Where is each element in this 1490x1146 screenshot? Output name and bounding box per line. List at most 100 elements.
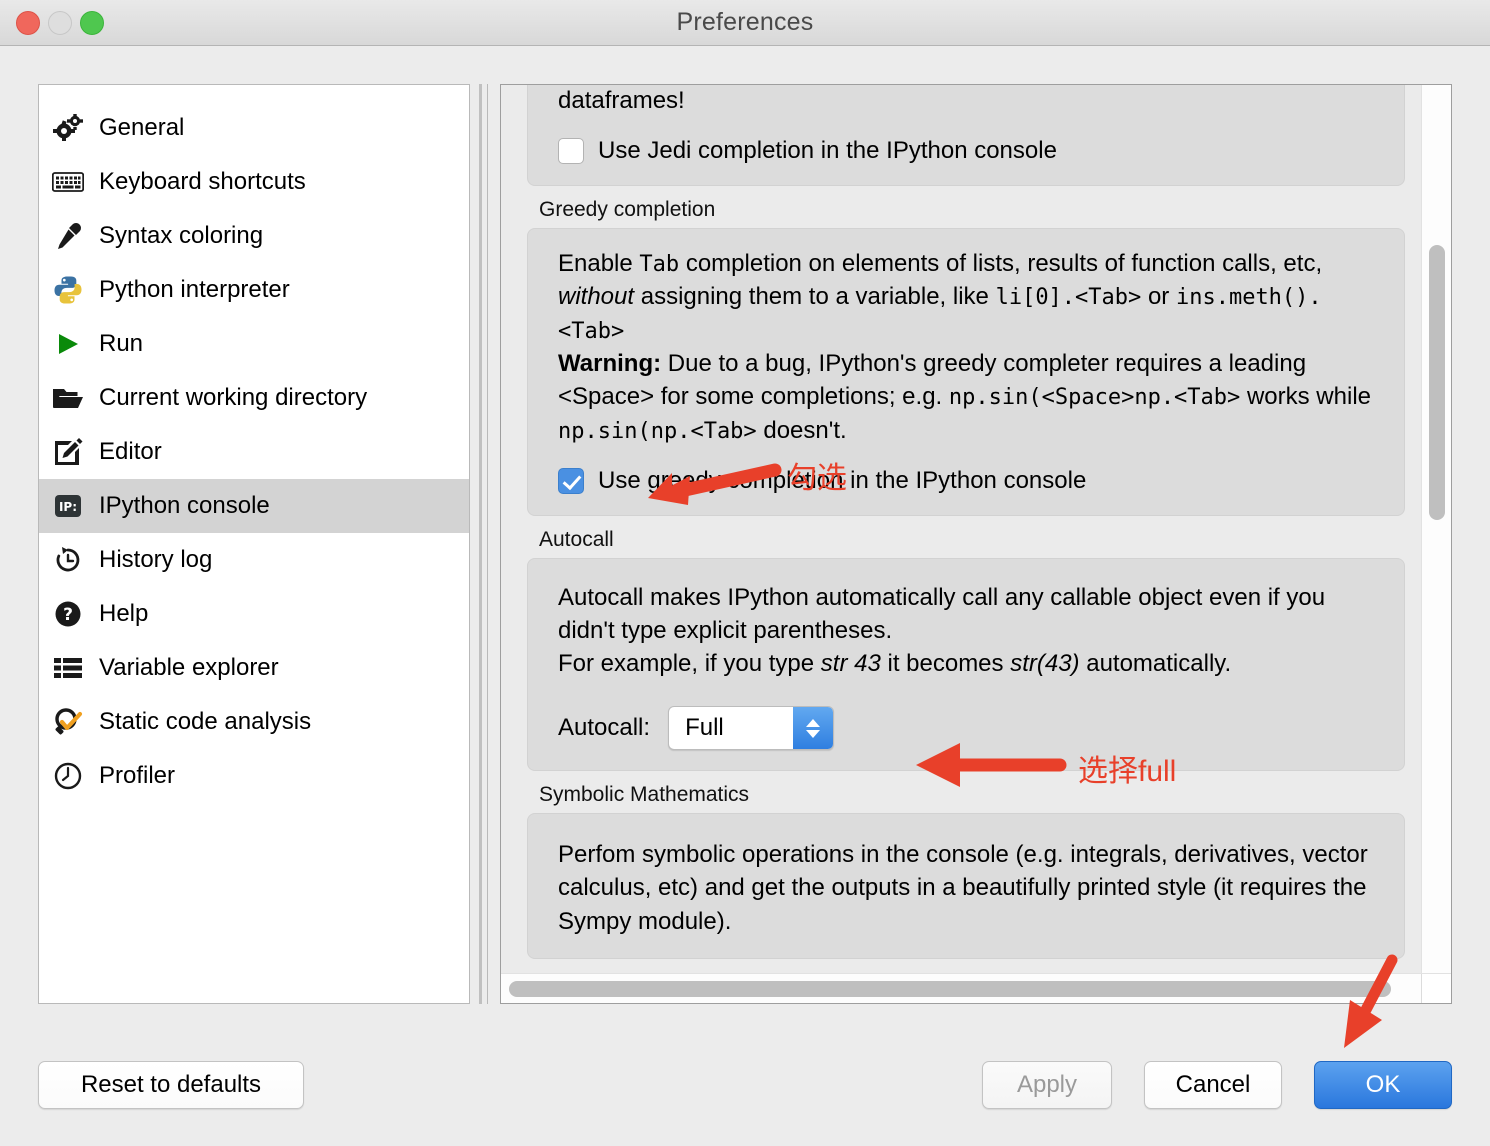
sidebar-item-general[interactable]: General	[39, 101, 469, 155]
autocall-field-label: Autocall:	[558, 714, 651, 742]
close-button[interactable]	[16, 10, 40, 35]
sidebar-item-label: Current working directory	[99, 384, 368, 411]
sidebar-item-static-code-analysis[interactable]: Static code analysis	[39, 695, 469, 749]
greedy-code-1: li[0].<Tab>	[995, 285, 1142, 311]
jedi-group-tail-text: dataframes!	[558, 87, 685, 114]
autocall-select[interactable]: Full	[668, 706, 835, 751]
greedy-warning-mid: works while	[1240, 383, 1371, 411]
autocall-group: Autocall makes IPython automatically cal…	[527, 558, 1405, 772]
greedy-without-em: without	[558, 283, 635, 311]
sidebar-item-label: IPython console	[99, 492, 270, 519]
autocall-title: Autocall	[539, 528, 614, 552]
keyboard-icon	[51, 165, 85, 199]
panes: General Keyboard shortcuts Syntax colori…	[38, 84, 1452, 1004]
sidebar-item-label: Python interpreter	[99, 276, 290, 303]
greedy-completion-checkbox[interactable]	[558, 468, 584, 495]
question-circle-icon: ?	[51, 597, 85, 631]
greedy-line1-c: assigning them to a variable, like	[634, 283, 996, 311]
sidebar-item-profiler[interactable]: Profiler	[39, 749, 469, 803]
sidebar-item-variable-explorer[interactable]: Variable explorer	[39, 641, 469, 695]
vertical-scrollbar[interactable]	[1421, 85, 1451, 973]
apply-button[interactable]: Apply	[982, 1061, 1112, 1109]
python-icon	[51, 273, 85, 307]
symbolic-math-title: Symbolic Mathematics	[539, 783, 750, 807]
horizontal-scrollbar[interactable]	[501, 973, 1451, 1003]
settings-content: dataframes! Use Jedi completion in the I…	[501, 85, 1421, 973]
autocall-desc-line2-a: For example, if you type	[558, 650, 821, 678]
symbolic-math-group: Perfom symbolic operations in the consol…	[527, 813, 1405, 959]
greedy-warning-code-1: np.sin(<Space>np.<Tab>	[948, 385, 1241, 411]
cancel-button[interactable]: Cancel	[1144, 1061, 1282, 1109]
sidebar-item-label: History log	[99, 546, 213, 573]
jedi-completion-checkbox-row[interactable]: Use Jedi completion in the IPython conso…	[558, 137, 1382, 165]
sidebar-item-syntax-coloring[interactable]: Syntax coloring	[39, 209, 469, 263]
zoom-button[interactable]	[80, 10, 104, 35]
sidebar-item-label: Keyboard shortcuts	[99, 168, 306, 195]
autocall-select-value: Full	[685, 714, 724, 742]
sidebar-item-label: General	[99, 114, 185, 141]
play-icon	[51, 327, 85, 361]
autocall-desc-line2-c: automatically.	[1079, 650, 1232, 678]
preferences-window: Preferences General Keyboard shortcuts S…	[0, 0, 1490, 1146]
greedy-completion-label: Use greedy completion in the IPython con…	[598, 467, 1087, 495]
sidebar-item-python-interpreter[interactable]: Python interpreter	[39, 263, 469, 317]
jedi-completion-label: Use Jedi completion in the IPython conso…	[598, 137, 1057, 165]
autocall-desc-line1: Autocall makes IPython automatically cal…	[558, 584, 1326, 645]
greedy-line1-a: Enable	[558, 250, 640, 278]
sidebar-item-run[interactable]: Run	[39, 317, 469, 371]
clock-icon	[51, 759, 85, 793]
history-clock-icon	[51, 543, 85, 577]
gears-icon	[51, 111, 85, 145]
table-list-icon	[51, 651, 85, 685]
sidebar-item-label: Static code analysis	[99, 708, 312, 735]
reset-to-defaults-button[interactable]: Reset to defaults	[38, 1061, 304, 1109]
ok-button[interactable]: OK	[1314, 1061, 1452, 1109]
eyedropper-icon	[51, 219, 85, 253]
settings-scroll-row: dataframes! Use Jedi completion in the I…	[501, 85, 1451, 973]
window-controls	[16, 0, 104, 45]
sidebar-item-ipython-console[interactable]: IP: IPython console	[39, 479, 469, 533]
autocall-description: Autocall makes IPython automatically cal…	[558, 581, 1382, 680]
sidebar-item-keyboard-shortcuts[interactable]: Keyboard shortcuts	[39, 155, 469, 209]
sidebar-item-history-log[interactable]: History log	[39, 533, 469, 587]
sidebar-item-label: Syntax coloring	[99, 222, 264, 249]
scrollbar-corner	[1421, 974, 1451, 1003]
greedy-warning-label: Warning:	[558, 350, 662, 378]
greedy-warning-end: doesn't.	[756, 416, 847, 444]
greedy-line1-b: completion on elements of lists, results…	[679, 250, 1323, 278]
sidebar-item-label: Run	[99, 330, 144, 357]
dialog-footer: Reset to defaults Apply Cancel OK	[0, 1024, 1490, 1146]
pane-splitter[interactable]	[470, 84, 500, 1004]
greedy-completion-title: Greedy completion	[539, 198, 716, 222]
title-bar: Preferences	[0, 0, 1490, 46]
stepper-chevrons-icon[interactable]	[793, 707, 834, 750]
greedy-line1-d: or	[1141, 283, 1176, 311]
jedi-completion-group: dataframes! Use Jedi completion in the I…	[527, 85, 1405, 187]
autocall-desc-line2-b: it becomes	[880, 650, 1011, 678]
autocall-field-row: Autocall: Full	[558, 706, 1382, 751]
greedy-description: Enable Tab completion on elements of lis…	[558, 247, 1382, 447]
minimize-button[interactable]	[48, 10, 72, 35]
preferences-sidebar[interactable]: General Keyboard shortcuts Syntax colori…	[38, 84, 470, 1004]
edit-pencil-icon	[51, 435, 85, 469]
sidebar-item-label: Variable explorer	[99, 654, 279, 681]
sidebar-item-help[interactable]: ? Help	[39, 587, 469, 641]
greedy-completion-checkbox-row[interactable]: Use greedy completion in the IPython con…	[558, 467, 1382, 495]
greedy-tab-keyword: Tab	[639, 252, 680, 278]
ipython-icon: IP:	[51, 489, 85, 523]
horizontal-scrollbar-thumb[interactable]	[509, 981, 1391, 997]
symbolic-math-description: Perfom symbolic operations in the consol…	[558, 841, 1368, 935]
svg-text:IP:: IP:	[59, 500, 77, 514]
check-magnifier-icon	[51, 705, 85, 739]
sidebar-item-label: Help	[99, 600, 149, 627]
svg-text:?: ?	[63, 605, 73, 625]
jedi-completion-checkbox[interactable]	[558, 138, 584, 165]
autocall-example-1: str 43	[820, 650, 881, 678]
sidebar-item-editor[interactable]: Editor	[39, 425, 469, 479]
greedy-completion-group: Enable Tab completion on elements of lis…	[527, 228, 1405, 517]
sidebar-item-current-working-directory[interactable]: Current working directory	[39, 371, 469, 425]
greedy-warning-code-2: np.sin(np.<Tab>	[558, 418, 757, 444]
vertical-scrollbar-thumb[interactable]	[1429, 245, 1445, 520]
footer-actions: Apply Cancel OK	[982, 1061, 1452, 1109]
window-title: Preferences	[676, 8, 814, 36]
